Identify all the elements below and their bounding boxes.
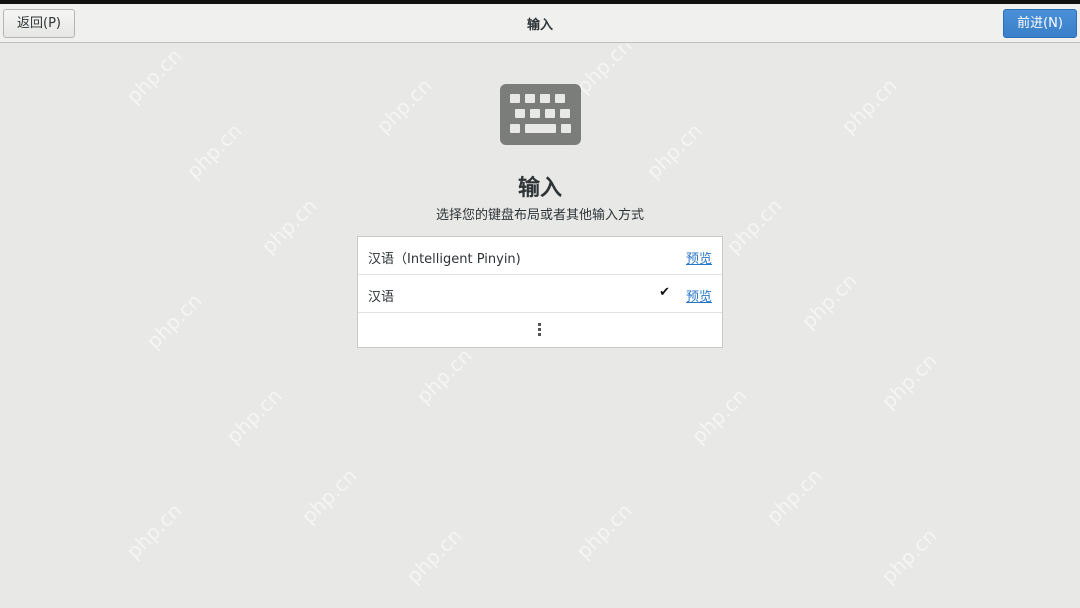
watermark: php.cn	[876, 523, 942, 589]
more-sources-button[interactable]	[358, 313, 722, 347]
watermark: php.cn	[686, 383, 752, 449]
input-source-label: 汉语	[368, 290, 395, 305]
watermark: php.cn	[141, 288, 207, 354]
watermark: php.cn	[121, 44, 187, 109]
page-title: 输入	[517, 176, 562, 201]
next-button[interactable]: 前进(N)	[1003, 9, 1077, 38]
checkmark-icon: ✔	[659, 285, 670, 300]
preview-link[interactable]: 预览	[686, 248, 712, 267]
watermark: php.cn	[761, 463, 827, 529]
watermark: php.cn	[401, 523, 467, 589]
keyboard-icon	[500, 84, 581, 145]
watermark: php.cn	[121, 498, 187, 564]
header-title: 输入	[526, 18, 553, 33]
header-bar: 返回(P) 输入 前进(N)	[0, 0, 1080, 43]
watermark: php.cn	[371, 73, 437, 139]
watermark: php.cn	[796, 268, 862, 334]
input-source-label: 汉语（Intelligent Pinyin)	[368, 252, 521, 267]
input-source-list: 汉语（Intelligent Pinyin) 预览 汉语 ✔ 预览	[357, 236, 723, 348]
watermark: php.cn	[411, 343, 477, 409]
input-source-row[interactable]: 汉语（Intelligent Pinyin) 预览	[358, 237, 722, 275]
watermark: php.cn	[876, 348, 942, 414]
watermark: php.cn	[221, 383, 287, 449]
vertical-ellipsis-icon	[538, 323, 542, 338]
watermark: php.cn	[296, 463, 362, 529]
watermark: php.cn	[571, 44, 637, 99]
preview-link[interactable]: 预览	[686, 286, 712, 305]
watermark: php.cn	[571, 498, 637, 564]
input-source-row[interactable]: 汉语 ✔ 预览	[358, 275, 722, 313]
watermark: php.cn	[836, 73, 902, 139]
page-subtitle: 选择您的键盘布局或者其他输入方式	[435, 208, 644, 223]
